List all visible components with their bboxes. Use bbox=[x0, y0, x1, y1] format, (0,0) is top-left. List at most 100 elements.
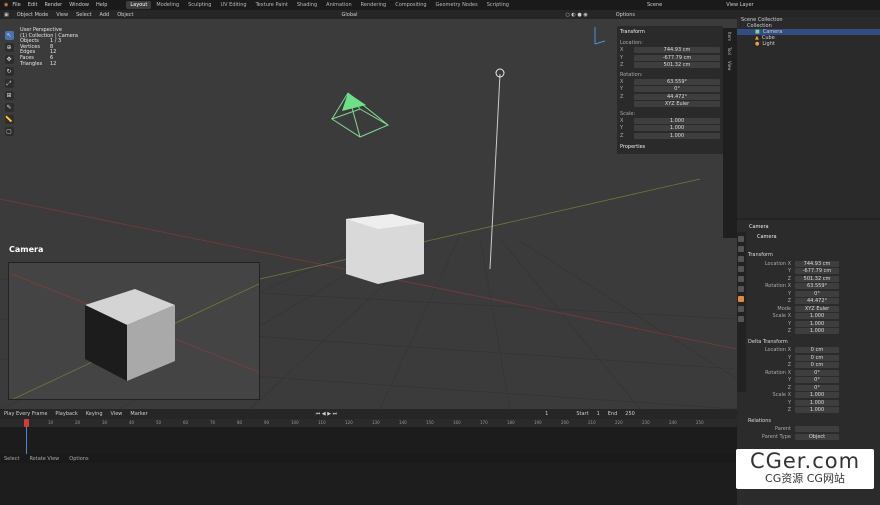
timeline-editor[interactable]: Play Every Frame Playback Keying View Ma… bbox=[0, 409, 737, 454]
location-y-field[interactable]: Y -677.79 cm bbox=[620, 54, 720, 62]
play-mode-select[interactable]: Play Every Frame bbox=[4, 411, 47, 417]
world-tab-icon[interactable] bbox=[738, 286, 744, 292]
cursor-tool-icon[interactable]: ⊕ bbox=[4, 43, 14, 52]
outliner-row-light[interactable]: ● Light bbox=[737, 41, 880, 47]
tab-layout[interactable]: Layout bbox=[126, 1, 152, 9]
properties-header[interactable]: Properties bbox=[620, 143, 720, 152]
rotation-mode-field[interactable]: Mode XYZ Euler bbox=[748, 305, 878, 312]
location-field[interactable]: Y -677.79 cm bbox=[748, 268, 878, 275]
relation-field[interactable]: Parent bbox=[748, 426, 878, 433]
menu-help[interactable]: Help bbox=[96, 2, 107, 8]
transform-orientation[interactable]: Global bbox=[342, 12, 358, 18]
measure-tool-icon[interactable]: 📏 bbox=[4, 115, 14, 124]
location-field[interactable]: Location X 744.93 cm bbox=[748, 260, 878, 267]
delta-location-field[interactable]: Y0 cm bbox=[748, 354, 878, 361]
tool-tab-icon[interactable] bbox=[738, 236, 744, 242]
move-tool-icon[interactable]: ✥ bbox=[4, 55, 14, 64]
relation-field[interactable]: Parent Type Object bbox=[748, 433, 878, 440]
delta-scale-field[interactable]: Z 1.000 bbox=[748, 407, 878, 414]
tab-rendering[interactable]: Rendering bbox=[357, 1, 391, 9]
delta-location-field[interactable]: Location X0 cm bbox=[748, 347, 878, 354]
timeline-ruler[interactable]: 10 20 30 40 50 60 70 80 90 100 110 120 130 140 150 160 1… bbox=[0, 419, 737, 427]
transform-tool-icon[interactable]: ⊞ bbox=[4, 91, 14, 100]
blender-logo-icon[interactable]: ◉ bbox=[4, 2, 8, 8]
options-button[interactable]: Options bbox=[616, 12, 635, 18]
tab-animation[interactable]: Animation bbox=[322, 1, 356, 9]
tab-shading[interactable]: Shading bbox=[293, 1, 321, 9]
editor-type-icon[interactable]: ▣ bbox=[4, 12, 9, 18]
menu-window[interactable]: Window bbox=[69, 2, 89, 8]
menu-playback[interactable]: Playback bbox=[55, 411, 77, 417]
data-tab-icon[interactable] bbox=[738, 316, 744, 322]
location-field[interactable]: Z 501.32 cm bbox=[748, 275, 878, 282]
scale-field[interactable]: Scale X 1.000 bbox=[748, 313, 878, 320]
3d-viewport[interactable]: ↖ ⊕ ✥ ↻ ⤢ ⊞ ✎ 📏 ▢ User Perspective (1) C… bbox=[0, 19, 737, 409]
delta-location-field[interactable]: Z0 cm bbox=[748, 362, 878, 369]
menu-edit[interactable]: Edit bbox=[28, 2, 38, 8]
tab-item[interactable]: Item bbox=[727, 32, 732, 41]
annotate-tool-icon[interactable]: ✎ bbox=[4, 103, 14, 112]
output-tab-icon[interactable] bbox=[738, 256, 744, 262]
delta-scale-field[interactable]: Y 1.000 bbox=[748, 399, 878, 406]
location-z-field[interactable]: Z 501.32 cm bbox=[620, 62, 720, 69]
scene-tab-icon[interactable] bbox=[738, 276, 744, 282]
playback-controls[interactable]: ⏮ ◀ ▶ ⏭ bbox=[316, 411, 337, 417]
scale-x-field[interactable]: X 1.000 bbox=[620, 117, 720, 125]
constraints-tab-icon[interactable] bbox=[738, 306, 744, 312]
outliner[interactable]: Scene Collection Collection ■ Camera ▲ Cub… bbox=[737, 10, 880, 218]
delta-rotation-field[interactable]: Rotation X 0° bbox=[748, 369, 878, 376]
tab-geometry-nodes[interactable]: Geometry Nodes bbox=[432, 1, 482, 9]
delta-scale-field[interactable]: Scale X 1.000 bbox=[748, 392, 878, 399]
playhead[interactable] bbox=[24, 419, 29, 427]
rotation-field[interactable]: Y 0° bbox=[748, 290, 878, 297]
tab-modeling[interactable]: Modeling bbox=[152, 1, 183, 9]
delta-rotation-field[interactable]: Z 0° bbox=[748, 384, 878, 391]
scale-field[interactable]: Y 1.000 bbox=[748, 320, 878, 327]
rotation-mode-select[interactable]: XYZ Euler bbox=[620, 101, 720, 108]
transform-section[interactable]: Transform bbox=[748, 252, 878, 258]
rotate-tool-icon[interactable]: ↻ bbox=[4, 67, 14, 76]
end-frame-field[interactable]: 250 bbox=[625, 411, 635, 417]
view-layer-selector[interactable]: View Layer bbox=[726, 2, 753, 8]
tab-texture-paint[interactable]: Texture Paint bbox=[252, 1, 292, 9]
scale-field[interactable]: Z 1.000 bbox=[748, 328, 878, 335]
delta-transform-section[interactable]: Delta Transform bbox=[748, 339, 878, 345]
rotation-y-field[interactable]: Y 0° bbox=[620, 86, 720, 93]
menu-view-timeline[interactable]: View bbox=[111, 411, 123, 417]
scale-z-field[interactable]: Z 1.000 bbox=[620, 132, 720, 140]
scale-y-field[interactable]: Y 1.000 bbox=[620, 125, 720, 132]
menu-view[interactable]: View bbox=[56, 12, 68, 18]
menu-render[interactable]: Render bbox=[44, 2, 62, 8]
view-layer-tab-icon[interactable] bbox=[738, 266, 744, 272]
menu-select[interactable]: Select bbox=[76, 12, 91, 18]
tab-scripting[interactable]: Scripting bbox=[483, 1, 513, 9]
menu-keying[interactable]: Keying bbox=[86, 411, 103, 417]
rotation-field[interactable]: Rotation X 63.559° bbox=[748, 283, 878, 290]
tab-view[interactable]: View bbox=[727, 61, 732, 71]
tab-tool[interactable]: Tool bbox=[727, 47, 732, 55]
rotation-z-field[interactable]: Z 44.472° bbox=[620, 93, 720, 101]
object-data-name[interactable]: Camera bbox=[757, 234, 777, 240]
tab-sculpting[interactable]: Sculpting bbox=[184, 1, 215, 9]
delta-rotation-field[interactable]: Y 0° bbox=[748, 377, 878, 384]
shading-icons[interactable]: ○ ◐ ● ◉ bbox=[565, 12, 587, 18]
start-frame-field[interactable]: 1 bbox=[597, 411, 600, 417]
current-frame-field[interactable]: 1 bbox=[545, 411, 548, 417]
menu-object[interactable]: Object bbox=[117, 12, 133, 18]
tab-uv-editing[interactable]: UV Editing bbox=[216, 1, 250, 9]
menu-file[interactable]: File bbox=[12, 2, 20, 8]
object-tab-icon[interactable] bbox=[738, 296, 744, 302]
scale-tool-icon[interactable]: ⤢ bbox=[4, 79, 14, 88]
scene-selector[interactable]: Scene bbox=[647, 2, 662, 8]
location-x-field[interactable]: X 744.93 cm bbox=[620, 47, 720, 54]
menu-marker[interactable]: Marker bbox=[130, 411, 147, 417]
menu-add[interactable]: Add bbox=[100, 12, 110, 18]
rotation-field[interactable]: Z 44.472° bbox=[748, 298, 878, 305]
transform-header[interactable]: Transform bbox=[620, 28, 720, 37]
render-tab-icon[interactable] bbox=[738, 246, 744, 252]
add-cube-tool-icon[interactable]: ▢ bbox=[4, 127, 14, 136]
relations-section[interactable]: Relations bbox=[748, 418, 878, 424]
rotation-x-field[interactable]: X 63.559° bbox=[620, 78, 720, 86]
select-tool-icon[interactable]: ↖ bbox=[4, 31, 14, 40]
tab-compositing[interactable]: Compositing bbox=[391, 1, 430, 9]
